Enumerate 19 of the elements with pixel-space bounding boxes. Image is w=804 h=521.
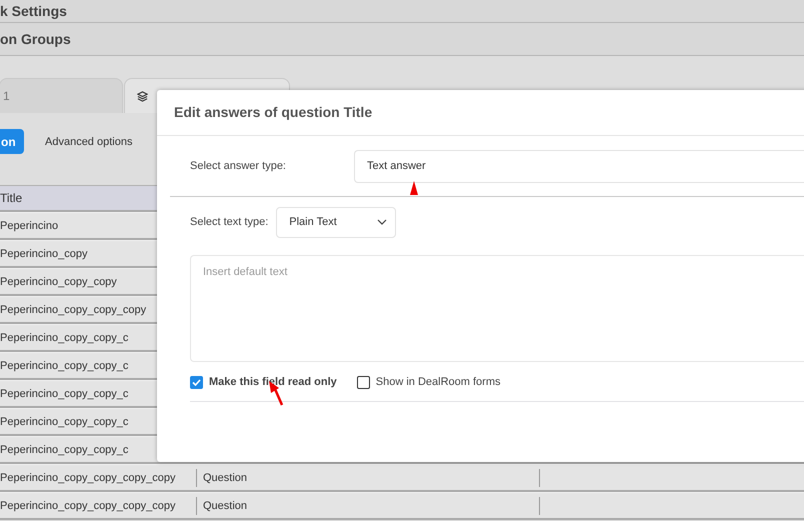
- checkbox-label: Show in DealRoom forms: [376, 376, 500, 388]
- table-cell-text: Peperincino_copy: [0, 248, 88, 260]
- table-cell-text: Peperincino_copy_copy_c: [0, 416, 130, 428]
- table-cell: Question: [196, 468, 539, 486]
- dialog-title: Edit answers of question Title: [157, 90, 804, 136]
- table-cell-text: Peperincino_copy_copy_c: [0, 332, 130, 344]
- column-header: Title: [0, 191, 24, 205]
- header-bar: k Settings: [0, 0, 804, 23]
- table-cell: Question: [196, 496, 539, 514]
- header-bar: on Groups: [0, 23, 804, 56]
- field-label: Select text type:: [190, 216, 268, 228]
- table-cell-text: Peperincino_copy_copy_copy: [0, 304, 148, 316]
- table-cell-text: Peperincino_copy_copy_copy_copy: [0, 500, 177, 512]
- table-cell-text: Peperincino_copy_copy: [0, 276, 118, 288]
- table-cell-text: Peperincino_copy_copy_c: [0, 444, 130, 456]
- table-cell-text: Peperincino_copy_copy_c: [0, 388, 130, 400]
- table-cell-text: Peperincino_copy_copy_copy_copy: [0, 472, 177, 484]
- field-label: Select answer type:: [190, 160, 286, 172]
- table-cell-text: Peperincino_copy_copy_c: [0, 360, 130, 372]
